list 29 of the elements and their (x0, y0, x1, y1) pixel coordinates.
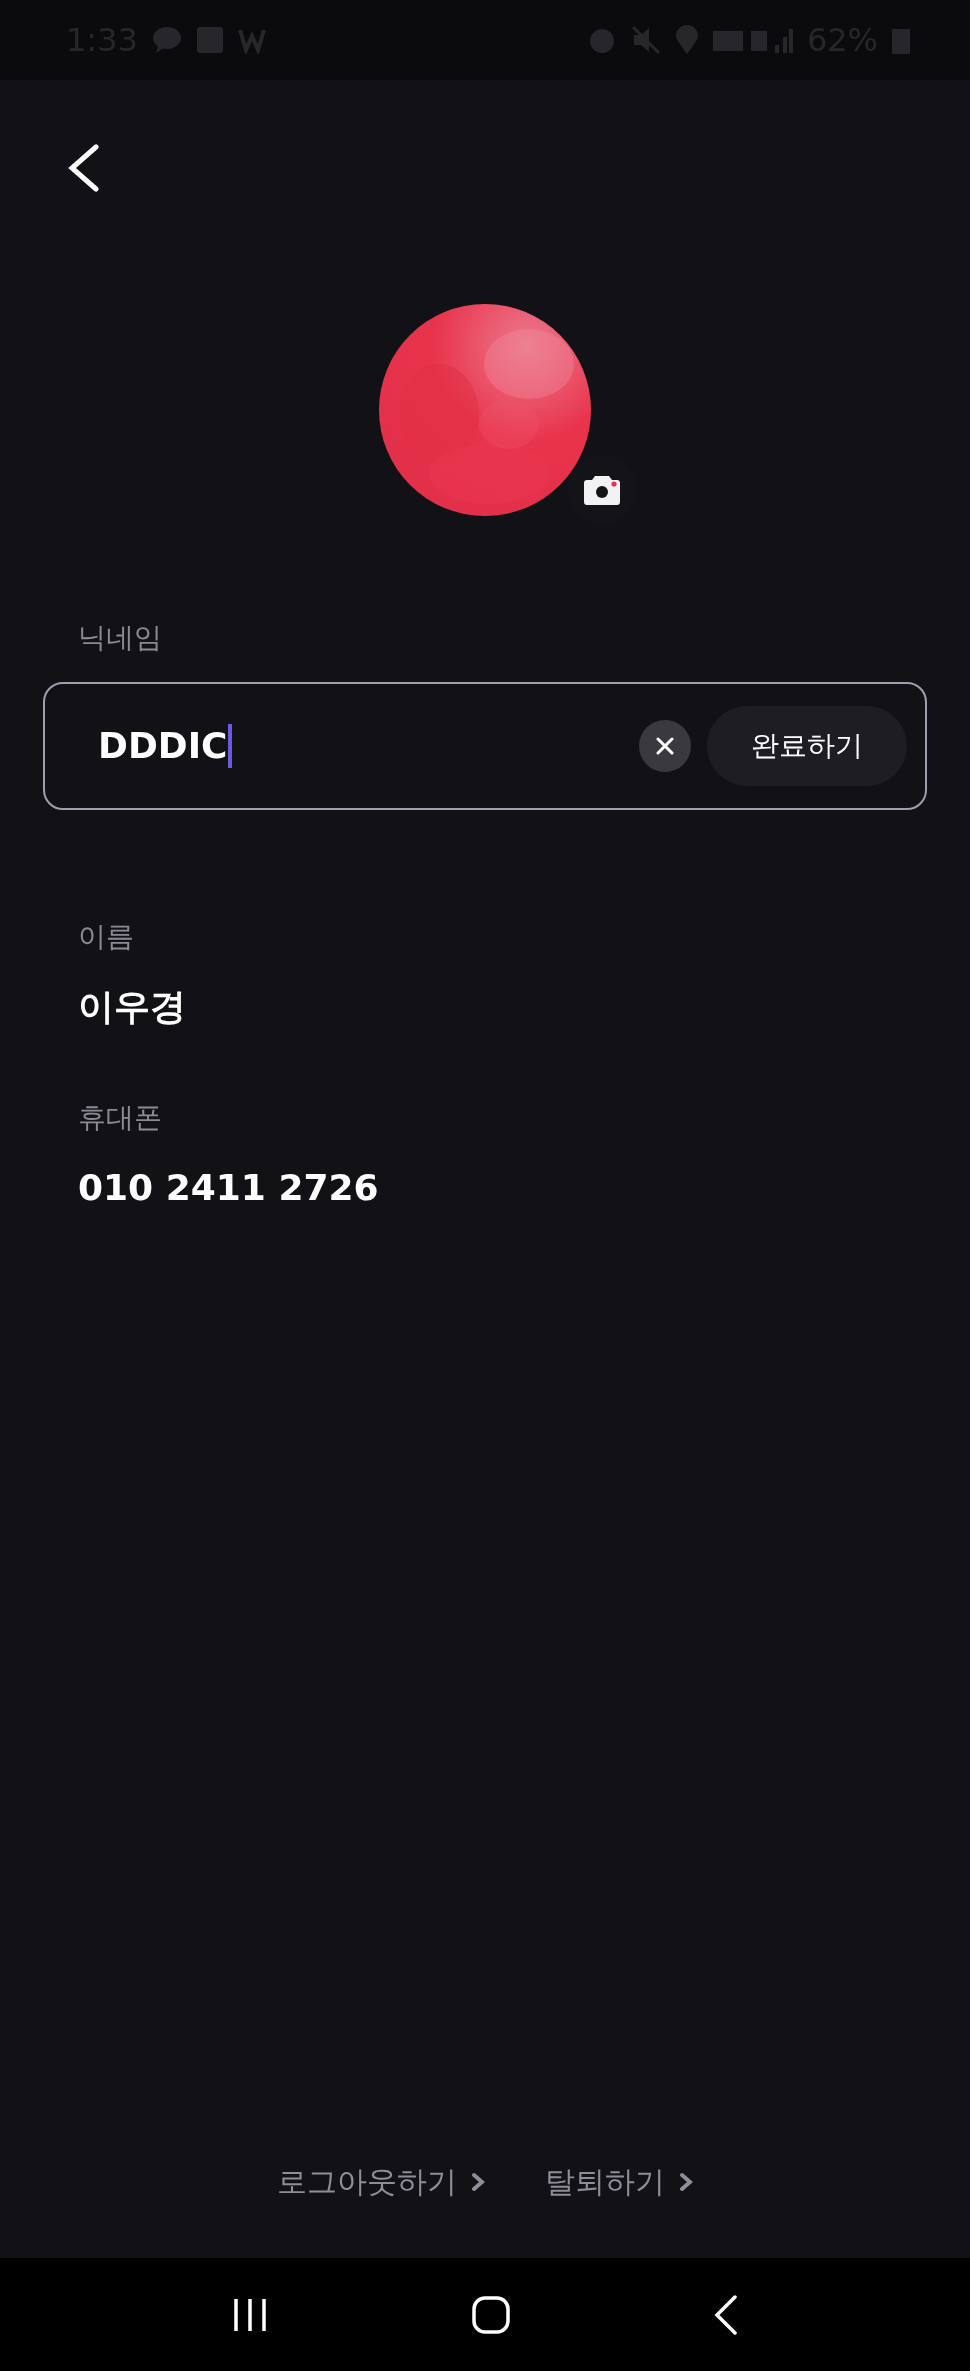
field-value: 010 2411 2726 (78, 1166, 379, 1210)
back-button[interactable] (66, 144, 100, 192)
done-button[interactable]: 완료하기 (707, 706, 907, 786)
mute-icon (630, 25, 661, 55)
recent-apps-icon (232, 2296, 268, 2333)
nickname-label: 닉네임 (78, 622, 163, 654)
nickname-field[interactable]: DDDIC 완료하기 (43, 682, 927, 810)
field-label: 이름 (78, 921, 134, 953)
back-icon (714, 2294, 738, 2335)
back-chevron-icon (66, 144, 100, 192)
text-cursor (228, 724, 233, 768)
location-icon (674, 25, 699, 55)
chevron-right-icon (679, 2172, 693, 2192)
footer-link[interactable]: 로그아웃하기 (277, 2162, 485, 2202)
image-icon (195, 26, 224, 54)
home-icon (472, 2295, 510, 2334)
close-icon (656, 737, 674, 755)
home-button[interactable] (472, 2295, 510, 2334)
nickname-value: DDDIC (98, 724, 228, 768)
chevron-right-icon (471, 2172, 485, 2192)
chat-bubble-icon (151, 26, 182, 54)
field-label: 휴대폰 (78, 1102, 162, 1134)
clear-button[interactable] (639, 720, 691, 772)
field-value: 이우경 (78, 985, 186, 1029)
footer-link[interactable]: 탈퇴하기 (545, 2162, 693, 2202)
back-nav-button[interactable] (714, 2294, 738, 2335)
battery-icon (892, 26, 910, 54)
recent-apps-button[interactable] (232, 2296, 268, 2333)
camera-icon (584, 473, 620, 505)
